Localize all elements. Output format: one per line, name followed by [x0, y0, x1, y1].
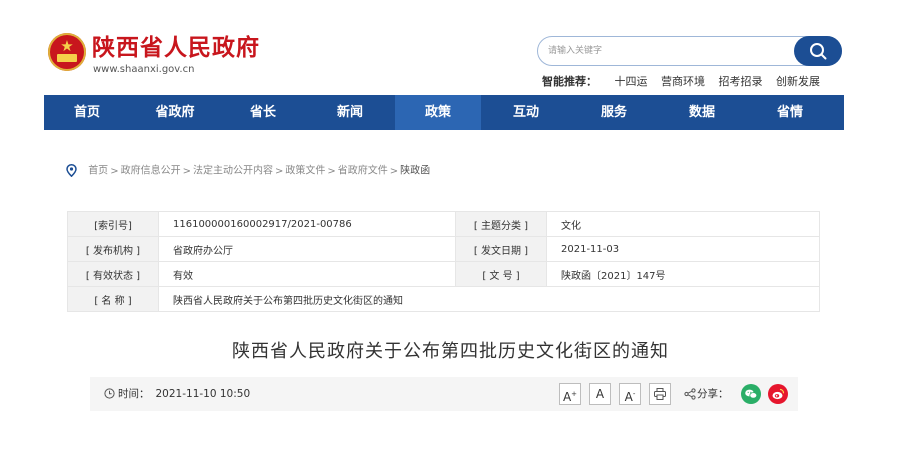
site-title[interactable]: 陕西省人民政府 [92, 34, 260, 62]
search-button[interactable] [794, 36, 842, 66]
index-number-value: 11610000016000291​7/2021-00786 [158, 211, 456, 237]
font-normal-label: A [595, 387, 605, 401]
site-url: www.shaanxi.gov.cn [93, 64, 195, 75]
breadcrumb-current: 陕政函 [400, 165, 431, 177]
recommend-link[interactable]: 营商环境 [661, 75, 705, 88]
recommend-link[interactable]: 十四运 [615, 75, 648, 88]
breadcrumb-link[interactable]: 政府信息公开 [121, 166, 181, 177]
wechat-share-button[interactable] [741, 384, 761, 404]
article-title: 陕西省人民政府关于公布第四批历史文化街区的通知 [232, 341, 669, 362]
doc-name-value: 陕西省人民政府关于公布第四批历史文化街区的通知 [158, 286, 820, 312]
nav-item-province-info[interactable]: 省情 [747, 95, 833, 130]
breadcrumb-separator: > [182, 165, 191, 177]
topic-label: [ 主题分类 ] [455, 211, 547, 237]
issuing-org-label: [ 发布机构 ] [67, 236, 159, 262]
gate-icon [57, 54, 77, 62]
breadcrumb-separator: > [327, 165, 336, 177]
recommend-link[interactable]: 招考招录 [719, 75, 763, 88]
doc-name-label: [ 名 称 ] [67, 286, 159, 312]
time-value: 2021-11-10 10:50 [155, 388, 251, 400]
search-input[interactable] [548, 43, 788, 59]
font-decrease-button[interactable]: A- [619, 383, 641, 405]
table-row: [索引号] 11610000016000291​7/2021-00786 [ 主… [67, 211, 820, 237]
doc-number-value: 陕政函〔2021〕147号 [546, 261, 820, 287]
index-number-label: [索引号] [67, 211, 159, 237]
nav-item-interaction[interactable]: 互动 [483, 95, 569, 130]
publish-time: 时间： 2021-11-10 10:50 [104, 387, 250, 401]
breadcrumb-separator: > [110, 165, 119, 177]
smart-recommend-label: 智能推荐： [542, 75, 597, 88]
star-icon: ★ [60, 37, 74, 55]
wechat-icon [745, 389, 758, 399]
main-nav: 首页 省政府 省长 新闻 政策 互动 服务 数据 省情 [44, 95, 844, 130]
breadcrumb-link[interactable]: 政策文件 [285, 166, 325, 177]
font-increase-button[interactable]: A+ [559, 383, 581, 405]
breadcrumb-link[interactable]: 首页 [88, 166, 108, 177]
nav-item-policy[interactable]: 政策 [395, 95, 481, 130]
breadcrumb-separator: > [389, 165, 399, 177]
location-pin-icon [66, 164, 77, 177]
weibo-share-button[interactable] [768, 384, 788, 404]
print-button[interactable] [649, 383, 671, 405]
issue-date-label: [ 发文日期 ] [455, 236, 547, 262]
breadcrumb: 首页 > 政府信息公开 > 法定主动公开内容 > 政策文件 > 省政府文件 > 陕政函 [66, 164, 430, 179]
share-icon [684, 388, 696, 400]
font-decrease-sup: - [632, 390, 636, 398]
search-box [537, 36, 842, 66]
validity-value: 有效 [158, 261, 456, 287]
breadcrumb-separator: > [274, 165, 284, 177]
nav-item-data[interactable]: 数据 [659, 95, 745, 130]
validity-label: [ 有效状态 ] [67, 261, 159, 287]
doc-number-label: [ 文 号 ] [455, 261, 547, 287]
breadcrumb-link[interactable]: 省政府文件 [338, 166, 388, 177]
table-row: [ 有效状态 ] 有效 [ 文 号 ] 陕政函〔2021〕147号 [67, 261, 820, 287]
nav-item-news[interactable]: 新闻 [307, 95, 393, 130]
time-label: 时间： [118, 388, 150, 400]
emblem-icon: ★ [48, 33, 86, 71]
recommend-link[interactable]: 创新发展 [776, 75, 820, 88]
issue-date-value: 2021-11-03 [546, 236, 820, 262]
table-row: [ 名 称 ] 陕西省人民政府关于公布第四批历史文化街区的通知 [67, 286, 820, 312]
print-icon [654, 388, 666, 400]
nav-item-home[interactable]: 首页 [44, 95, 130, 130]
table-row: [ 发布机构 ] 省政府办公厅 [ 发文日期 ] 2021-11-03 [67, 236, 820, 262]
font-normal-button[interactable]: A [589, 383, 611, 405]
article-toolbar: 时间： 2021-11-10 10:50 A+ A A- 分享： [90, 377, 798, 411]
nav-item-service[interactable]: 服务 [571, 95, 657, 130]
nav-item-governor[interactable]: 省长 [220, 95, 306, 130]
weibo-icon [772, 388, 785, 400]
nav-item-government[interactable]: 省政府 [132, 95, 218, 130]
share-label: 分享： [697, 388, 729, 400]
font-decrease-label: A [624, 390, 633, 404]
font-increase-sup: + [571, 390, 578, 398]
search-icon [810, 43, 827, 60]
smart-recommend: 智能推荐： 十四运 营商环境 招考招录 创新发展 [542, 75, 830, 89]
clock-icon [104, 388, 115, 399]
document-info-table: [索引号] 11610000016000291​7/2021-00786 [ 主… [67, 211, 820, 312]
breadcrumb-link[interactable]: 法定主动公开内容 [193, 166, 273, 177]
font-increase-label: A [562, 390, 572, 404]
topic-value: 文化 [546, 211, 820, 237]
issuing-org-value: 省政府办公厅 [158, 236, 456, 262]
